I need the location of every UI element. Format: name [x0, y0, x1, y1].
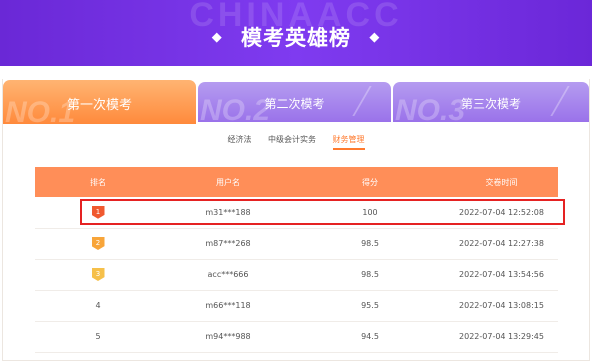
header-score: 得分 [295, 167, 445, 197]
subtab-financial-management[interactable]: 财务管理 [332, 134, 365, 150]
table-row: 5 m94***988 94.5 2022-07-04 13:29:45 [35, 321, 558, 353]
time-cell: 2022-07-04 13:54:56 [445, 259, 558, 291]
header-rank: 排名 [35, 167, 161, 197]
table-row: 1 m31***188 100 2022-07-04 12:52:08 [35, 197, 558, 229]
banner-title: ◆ 模考英雄榜 ◆ [0, 22, 592, 52]
tab-third-exam[interactable]: NO.3 第三次模考 [393, 82, 589, 122]
username-cell: m94***988 [161, 321, 295, 353]
tab-second-exam[interactable]: NO.2 第二次模考 [198, 82, 391, 122]
table-row: 3 acc***666 98.5 2022-07-04 13:54:56 [35, 259, 558, 291]
table-header-row: 排名 用户名 得分 交卷时间 [35, 167, 558, 197]
time-cell: 2022-07-04 13:08:15 [445, 290, 558, 322]
tab-first-exam[interactable]: NO.1 第一次模考 [3, 80, 196, 124]
header-banner: CHINAACC ◆ 模考英雄榜 ◆ [0, 0, 592, 66]
time-cell: 2022-07-04 12:52:08 [445, 197, 558, 229]
rank-cell: 4 [35, 290, 161, 322]
medal-gold-icon: 1 [91, 205, 105, 219]
diamond-left-icon: ◆ [211, 29, 223, 45]
diamond-right-icon: ◆ [369, 29, 381, 45]
table-row: 4 m66***118 95.5 2022-07-04 13:08:15 [35, 290, 558, 322]
page-title: 模考英雄榜 [241, 26, 351, 50]
medal-bronze-icon: 3 [91, 268, 105, 281]
score-cell: 94.5 [295, 321, 445, 353]
header-username: 用户名 [161, 167, 295, 197]
score-cell: 98.5 [295, 228, 445, 260]
rank-cell: 2 [35, 228, 161, 260]
tab-label: 第三次模考 [460, 97, 521, 111]
username-cell: acc***666 [161, 259, 295, 291]
time-cell: 2022-07-04 12:27:38 [445, 228, 558, 260]
rank-cell: 1 [35, 197, 161, 229]
tab-label: 第二次模考 [264, 97, 325, 111]
subject-tabs: 经济法 中级会计实务 财务管理 [0, 134, 592, 150]
score-cell: 95.5 [295, 290, 445, 322]
header-submit-time: 交卷时间 [445, 167, 558, 197]
table-row: 2 m87***268 98.5 2022-07-04 12:27:38 [35, 228, 558, 260]
medal-silver-icon: 2 [91, 237, 105, 250]
subtab-economic-law[interactable]: 经济法 [227, 134, 251, 148]
time-cell: 2022-07-04 13:29:45 [445, 321, 558, 353]
tab-label: 第一次模考 [66, 98, 132, 113]
score-cell: 100 [295, 197, 445, 229]
username-cell: m31***188 [161, 197, 295, 229]
ranking-table: 排名 用户名 得分 交卷时间 1 m31***188 100 2022-07-0… [35, 167, 558, 353]
rank-cell: 3 [35, 259, 161, 291]
subtab-intermediate-accounting[interactable]: 中级会计实务 [268, 134, 316, 148]
username-cell: m87***268 [161, 228, 295, 260]
score-cell: 98.5 [295, 259, 445, 291]
username-cell: m66***118 [161, 290, 295, 322]
rank-cell: 5 [35, 321, 161, 353]
